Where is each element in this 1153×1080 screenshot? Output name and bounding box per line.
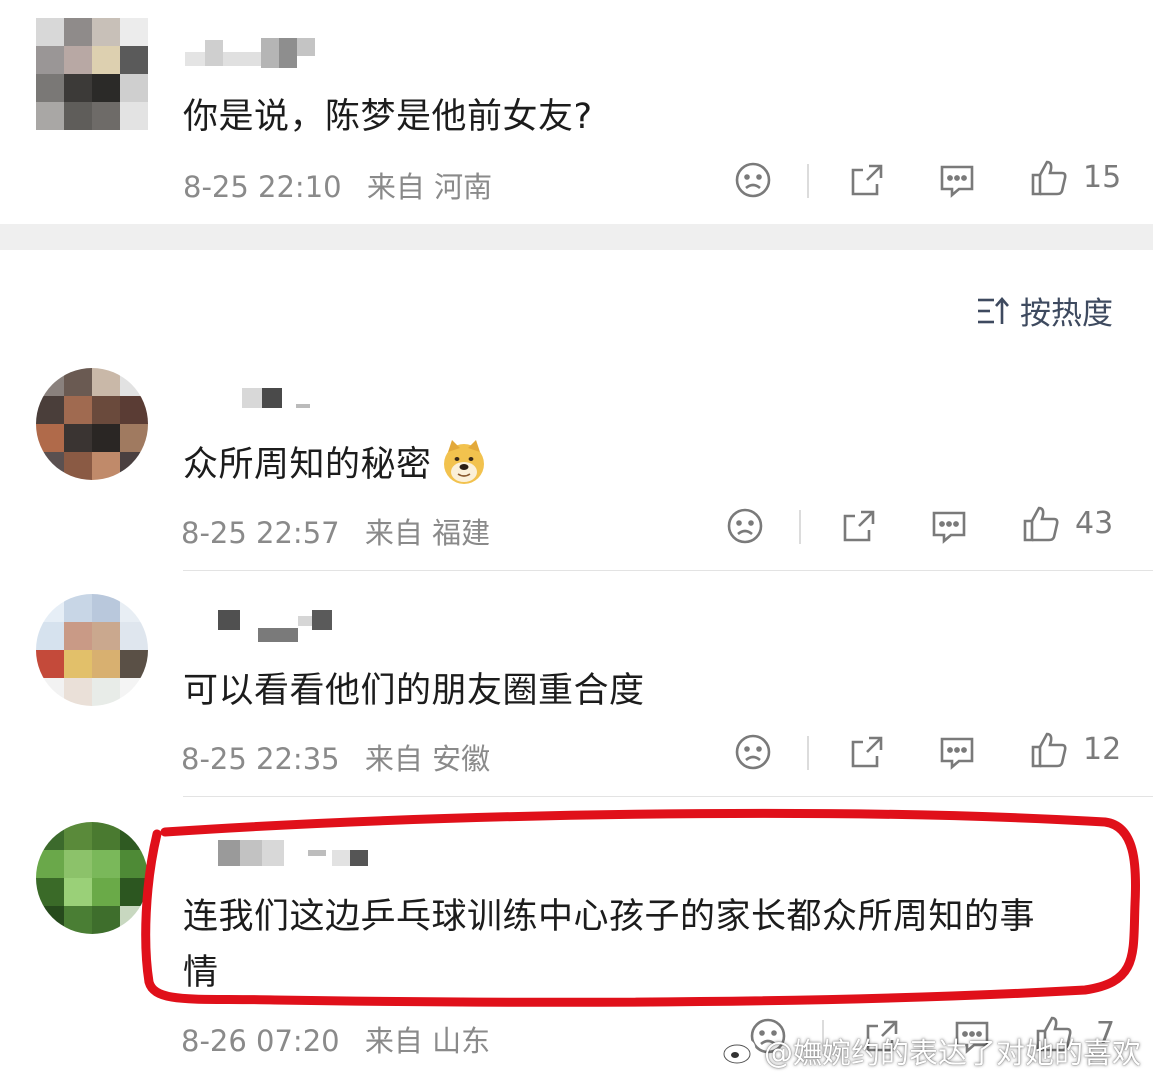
weibo-logo-icon xyxy=(723,1039,756,1064)
comment-actions: 15 xyxy=(733,158,1153,208)
comment-source: 来自 xyxy=(364,742,423,776)
comment-location: 河南 xyxy=(434,170,493,204)
doge-emoji xyxy=(443,439,484,484)
comment-text: 可以看看他们的朋友圈重合度 xyxy=(183,671,645,711)
avatar[interactable] xyxy=(36,822,148,934)
comment-meta: 8-25 22:35 来自 安徽 xyxy=(181,736,490,778)
comment-time: 8-25 22:10 xyxy=(183,170,342,204)
sort-icon xyxy=(978,296,1009,324)
comment-location: 福建 xyxy=(432,516,491,550)
like-count: 15 xyxy=(1083,160,1122,195)
reply-icon[interactable] xyxy=(937,732,977,772)
username[interactable] xyxy=(186,388,326,412)
comment-actions: 43 xyxy=(725,504,1145,554)
like-icon[interactable] xyxy=(1029,158,1069,198)
comment-meta: 8-25 22:57 来自 福建 xyxy=(181,510,490,552)
comment-time: 8-26 07:20 xyxy=(181,1024,340,1058)
reply-icon[interactable] xyxy=(929,506,969,546)
username[interactable] xyxy=(185,36,315,72)
sort-label: 按热度 xyxy=(1020,296,1113,332)
share-icon[interactable] xyxy=(847,160,887,200)
username[interactable] xyxy=(186,608,336,644)
red-highlight-circle xyxy=(141,808,1141,1007)
watermark-text: @嫵婉约的表达了对她的喜欢 xyxy=(763,1036,1141,1070)
comment-text: 你是说，陈梦是他前女友? xyxy=(183,97,593,137)
comment-time: 8-25 22:35 xyxy=(181,742,340,776)
comment-body: 众所周知的秘密 xyxy=(183,445,432,485)
comment-source: 来自 xyxy=(366,170,425,204)
reply-icon[interactable] xyxy=(937,160,977,200)
comment-source: 来自 xyxy=(364,1024,423,1058)
divider xyxy=(183,570,1153,571)
like-icon[interactable] xyxy=(1029,730,1069,770)
comment-location: 山东 xyxy=(432,1024,491,1058)
avatar[interactable] xyxy=(36,18,148,130)
comment-meta: 8-26 07:20 来自 山东 xyxy=(181,1018,490,1060)
section-separator xyxy=(0,224,1153,250)
dislike-icon[interactable] xyxy=(733,732,773,772)
like-icon[interactable] xyxy=(1021,504,1061,544)
avatar[interactable] xyxy=(36,368,148,480)
watermark: @嫵婉约的表达了对她的喜欢 xyxy=(722,1030,1141,1072)
avatar[interactable] xyxy=(36,594,148,706)
dislike-icon[interactable] xyxy=(725,506,765,546)
comment-text: 众所周知的秘密 xyxy=(183,436,488,487)
like-count: 43 xyxy=(1075,506,1114,541)
comment-actions: 12 xyxy=(733,730,1153,780)
comment-time: 8-25 22:57 xyxy=(181,516,340,550)
divider xyxy=(183,796,1153,797)
comment-source: 来自 xyxy=(364,516,423,550)
comment-meta: 8-25 22:10 来自 河南 xyxy=(183,164,492,206)
comment-location: 安徽 xyxy=(432,742,491,776)
dislike-icon[interactable] xyxy=(733,160,773,200)
share-icon[interactable] xyxy=(839,506,879,546)
sort-button[interactable]: 按热度 xyxy=(976,288,1113,333)
share-icon[interactable] xyxy=(847,732,887,772)
like-count: 12 xyxy=(1083,732,1122,767)
